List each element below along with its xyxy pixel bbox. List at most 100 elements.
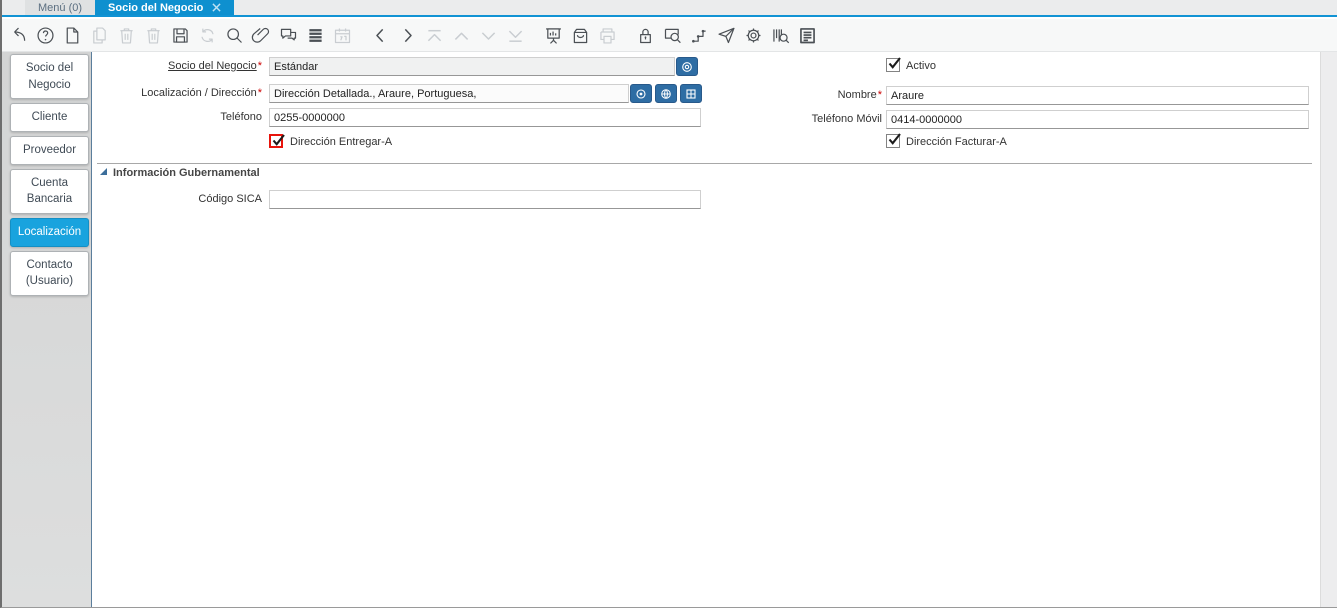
- refresh-icon: [201, 28, 214, 42]
- record-info-icon: [682, 61, 692, 72]
- product-info-icon: [773, 28, 790, 43]
- direccion-entregar-checkbox[interactable]: [269, 134, 285, 148]
- lock-icon: [640, 28, 651, 43]
- delete-record-button: [115, 22, 138, 49]
- lock-button[interactable]: [634, 22, 657, 49]
- codigo-sica-label: Código SICA: [198, 193, 262, 205]
- previous-record-button[interactable]: [369, 22, 392, 49]
- checkmark-icon: [888, 57, 901, 69]
- socio-del-negocio-label: Socio del Negocio*: [168, 60, 262, 72]
- direccion-facturar-label: Dirección Facturar-A: [906, 136, 1007, 148]
- print-button: [596, 22, 619, 49]
- form-area: Socio del Negocio* Activo Localización /…: [93, 52, 1320, 607]
- checkmark-icon: [272, 134, 285, 146]
- tab-menu[interactable]: Menú (0): [25, 0, 96, 15]
- activo-label: Activo: [906, 60, 936, 72]
- map-button[interactable]: [655, 84, 677, 103]
- chart-button[interactable]: [542, 22, 565, 49]
- attachment-button[interactable]: [250, 22, 273, 49]
- product-info-button[interactable]: [769, 22, 792, 49]
- find-button[interactable]: [223, 22, 246, 49]
- save-button[interactable]: [169, 22, 192, 49]
- telefono-movil-field[interactable]: [886, 110, 1309, 129]
- localizacion-direccion-label: Localización / Dirección*: [141, 87, 262, 99]
- archive-icon: [573, 28, 588, 43]
- toggle-grid-icon: [309, 28, 322, 42]
- detail-record-icon: [481, 31, 496, 40]
- toolbar: [2, 19, 1337, 52]
- sidebar-tabs: Socio del Negocio Cliente Proveedor Cuenta …: [2, 52, 92, 607]
- sidebar-tab-socio-del-negocio[interactable]: Socio del Negocio: [10, 54, 89, 100]
- chart-icon: [546, 27, 561, 44]
- send-mail-icon: [718, 27, 735, 43]
- workflow-icon: [692, 29, 706, 42]
- preferences-button[interactable]: [742, 22, 765, 49]
- delete-record-icon: [120, 27, 133, 44]
- parent-record-icon: [454, 32, 469, 40]
- globe-icon: [661, 88, 671, 99]
- send-mail-button[interactable]: [715, 22, 738, 49]
- window-tabbar: Menú (0) Socio del Negocio: [2, 0, 1337, 17]
- new-record-icon: [66, 26, 79, 44]
- report-button[interactable]: [796, 22, 819, 49]
- print-icon: [600, 27, 615, 44]
- zoom-across-icon: [664, 28, 681, 43]
- workflow-button[interactable]: [688, 22, 711, 49]
- sidebar-tab-localizacion[interactable]: Localización: [10, 218, 89, 247]
- copy-record-button: [88, 22, 111, 49]
- sidebar-tab-contacto-usuario[interactable]: Contacto (Usuario): [10, 250, 89, 297]
- copy-record-icon: [93, 26, 106, 44]
- detail-record-button: [477, 22, 500, 49]
- telefono-movil-label: Teléfono Móvil: [811, 113, 882, 125]
- codigo-sica-field[interactable]: [269, 190, 701, 209]
- report-icon: [800, 27, 815, 43]
- sidebar-tab-cliente[interactable]: Cliente: [10, 103, 89, 133]
- delete-selection-icon: [147, 27, 160, 44]
- toggle-grid-button[interactable]: [304, 22, 327, 49]
- delete-selection-button: [142, 22, 165, 49]
- tab-socio-label: Socio del Negocio: [108, 1, 204, 14]
- refresh-button: [196, 22, 219, 49]
- undo-button[interactable]: [7, 22, 30, 49]
- tab-socio-del-negocio[interactable]: Socio del Negocio: [95, 0, 235, 15]
- record-info-button[interactable]: [676, 57, 698, 76]
- close-tab-icon[interactable]: [212, 3, 221, 12]
- direccion-facturar-checkbox[interactable]: [886, 133, 901, 148]
- direccion-entregar-label: Dirección Entregar-A: [290, 136, 393, 148]
- calendar-button: [331, 22, 354, 49]
- nombre-field[interactable]: [886, 86, 1309, 105]
- telefono-label: Teléfono: [220, 111, 262, 123]
- telefono-field[interactable]: [269, 108, 701, 127]
- archive-button[interactable]: [569, 22, 592, 49]
- sidebar-tab-proveedor[interactable]: Proveedor: [10, 136, 89, 165]
- calendar-icon: [334, 28, 351, 43]
- nombre-label: Nombre*: [837, 89, 882, 101]
- preferences-icon: [746, 28, 761, 42]
- collapse-triangle-icon[interactable]: [100, 168, 107, 175]
- help-button[interactable]: [34, 22, 57, 49]
- location-dialog-button[interactable]: [630, 84, 652, 103]
- section-title: Información Gubernamental: [113, 167, 260, 179]
- help-icon: [37, 26, 54, 44]
- first-record-icon: [427, 29, 442, 41]
- attachment-icon: [251, 27, 270, 43]
- find-icon: [227, 27, 242, 43]
- next-record-icon: [404, 28, 412, 42]
- last-record-icon: [508, 30, 523, 42]
- sidebar-tab-cuenta-bancaria[interactable]: Cuenta Bancaria: [10, 168, 89, 215]
- undo-icon: [14, 27, 26, 41]
- zoom-across-button[interactable]: [661, 22, 684, 49]
- next-record-button[interactable]: [396, 22, 419, 49]
- save-icon: [173, 27, 188, 43]
- chat-button[interactable]: [277, 22, 300, 49]
- localizacion-direccion-field[interactable]: [269, 84, 629, 103]
- socio-del-negocio-field[interactable]: [269, 57, 675, 76]
- location-icon: [636, 88, 646, 99]
- previous-record-icon: [376, 28, 384, 42]
- new-record-button[interactable]: [61, 22, 84, 49]
- tab-menu-label: Menú (0): [38, 1, 83, 14]
- scrollbar-gutter[interactable]: [1320, 52, 1337, 607]
- activo-checkbox[interactable]: [886, 57, 901, 72]
- section-separator: [97, 163, 1312, 164]
- last-record-button: [504, 22, 527, 49]
